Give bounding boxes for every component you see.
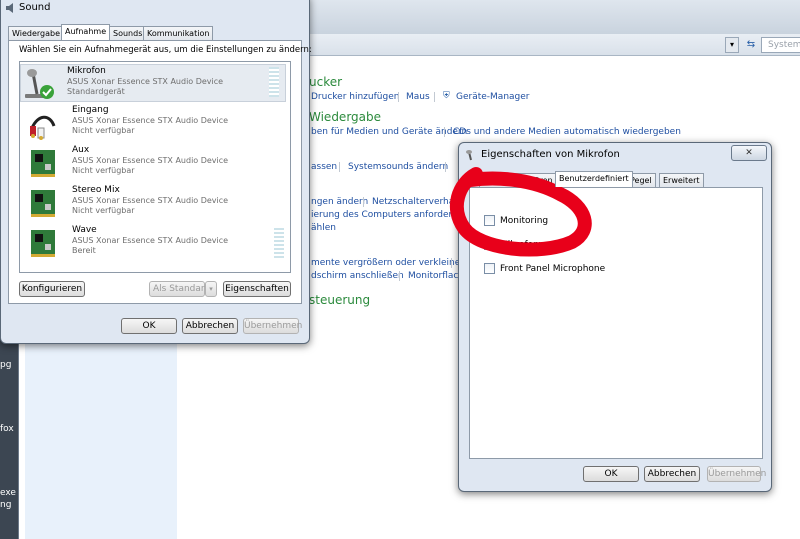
set-default-button[interactable]: Als Standard bbox=[149, 281, 210, 297]
apply-button[interactable]: Übernehmen bbox=[243, 318, 302, 334]
device-driver: ASUS Xonar Essence STX Audio Device bbox=[72, 196, 229, 205]
sound-dialog: Sound Wiedergabe Aufnahme Sounds Kommuni… bbox=[0, 0, 312, 344]
properties-button[interactable]: Eigenschaften bbox=[223, 281, 291, 297]
heading-autoplay: Wiedergabe bbox=[309, 110, 382, 124]
configure-button[interactable]: Konfigurieren bbox=[19, 281, 85, 297]
separator bbox=[339, 162, 340, 172]
desktop-label-4: ng bbox=[0, 500, 12, 510]
level-meter bbox=[274, 228, 284, 258]
separator bbox=[399, 271, 400, 281]
device-list[interactable]: Mikrofon ASUS Xonar Essence STX Audio De… bbox=[19, 61, 291, 273]
shield-icon: ⛨ bbox=[443, 91, 450, 101]
device-status: Standardgerät bbox=[67, 87, 125, 96]
cancel-button[interactable]: Abbrechen bbox=[644, 466, 700, 482]
sound-card-icon bbox=[28, 226, 60, 258]
apply-button[interactable]: Übernehmen bbox=[707, 466, 766, 482]
tab-custom[interactable]: Benutzerdefiniert bbox=[555, 171, 633, 187]
tab-playback[interactable]: Wiedergabe bbox=[8, 26, 65, 40]
close-button[interactable]: ✕ bbox=[731, 145, 767, 161]
heading-printers: ucker bbox=[309, 75, 343, 89]
link-connect-projector[interactable]: dschirm anschließen bbox=[311, 271, 404, 281]
device-driver: ASUS Xonar Essence STX Audio Device bbox=[67, 77, 224, 86]
sound-dialog-title: Sound bbox=[19, 2, 51, 13]
device-item-microphone[interactable]: Mikrofon ASUS Xonar Essence STX Audio De… bbox=[20, 64, 286, 102]
link-monitor-flicker[interactable]: Monitorflack bbox=[408, 271, 464, 281]
link-device-manager[interactable]: Geräte-Manager bbox=[456, 92, 530, 102]
separator bbox=[434, 92, 435, 102]
device-driver: ASUS Xonar Essence STX Audio Device bbox=[72, 156, 229, 165]
speaker-icon bbox=[5, 3, 17, 13]
address-dropdown-icon[interactable]: ▾ bbox=[725, 37, 739, 53]
device-name: Mikrofon bbox=[67, 66, 106, 76]
heading-control: steuerung bbox=[309, 293, 371, 307]
device-status: Nicht verfügbar bbox=[72, 126, 135, 135]
instruction-text: Wählen Sie ein Aufnahmegerät aus, um die… bbox=[19, 45, 312, 55]
link-power-settings[interactable]: ngen ändern bbox=[311, 197, 368, 207]
device-name: Stereo Mix bbox=[72, 185, 120, 195]
link-add-printer[interactable]: Drucker hinzufügen bbox=[311, 92, 399, 102]
separator bbox=[398, 92, 399, 102]
properties-dialog-title: Eigenschaften von Mikrofon bbox=[481, 149, 620, 160]
tab-communication[interactable]: Kommunikation bbox=[143, 26, 214, 40]
separator bbox=[444, 127, 445, 137]
refresh-icon[interactable]: ⇆ bbox=[743, 37, 759, 53]
link-power-plan[interactable]: ählen bbox=[311, 223, 336, 233]
recording-tab-panel: Wählen Sie ein Aufnahmegerät aus, um die… bbox=[8, 40, 312, 304]
device-item-aux[interactable]: Aux ASUS Xonar Essence STX Audio Device … bbox=[26, 144, 286, 182]
device-name: Aux bbox=[72, 145, 90, 155]
sound-card-icon bbox=[28, 146, 60, 178]
device-status: Nicht verfügbar bbox=[72, 166, 135, 175]
desktop-label-1: pg bbox=[0, 360, 12, 370]
search-input[interactable]: Systemsteu bbox=[761, 37, 800, 53]
sound-card-icon bbox=[28, 186, 60, 218]
device-name: Wave bbox=[72, 225, 97, 235]
tab-sounds[interactable]: Sounds bbox=[109, 26, 147, 40]
device-item-eingang[interactable]: Eingang ASUS Xonar Essence STX Audio Dev… bbox=[26, 104, 286, 142]
device-name: Eingang bbox=[72, 105, 109, 115]
link-autoplay-cds[interactable]: CDs und andere Medien automatisch wieder… bbox=[453, 127, 681, 137]
tab-recording[interactable]: Aufnahme bbox=[61, 24, 111, 40]
cancel-button[interactable]: Abbrechen bbox=[182, 318, 238, 334]
level-meter bbox=[269, 67, 279, 97]
desktop-label-2: fox bbox=[0, 424, 14, 434]
device-item-stereo-mix[interactable]: Stereo Mix ASUS Xonar Essence STX Audio … bbox=[26, 184, 286, 222]
separator bbox=[363, 197, 364, 207]
device-driver: ASUS Xonar Essence STX Audio Device bbox=[72, 116, 229, 125]
link-mouse[interactable]: Maus bbox=[406, 92, 430, 102]
device-status: Bereit bbox=[72, 246, 96, 255]
microphone-icon bbox=[23, 67, 55, 99]
chevron-down-icon[interactable]: ▾ bbox=[205, 281, 217, 297]
ok-button[interactable]: OK bbox=[583, 466, 639, 482]
link-sound-adjust[interactable]: assen bbox=[311, 162, 337, 172]
audio-cable-icon bbox=[28, 106, 60, 140]
ok-button[interactable]: OK bbox=[121, 318, 177, 334]
device-status: Nicht verfügbar bbox=[72, 206, 135, 215]
device-driver: ASUS Xonar Essence STX Audio Device bbox=[72, 236, 229, 245]
tab-advanced[interactable]: Erweitert bbox=[659, 173, 704, 187]
device-item-wave[interactable]: Wave ASUS Xonar Essence STX Audio Device… bbox=[26, 224, 286, 262]
